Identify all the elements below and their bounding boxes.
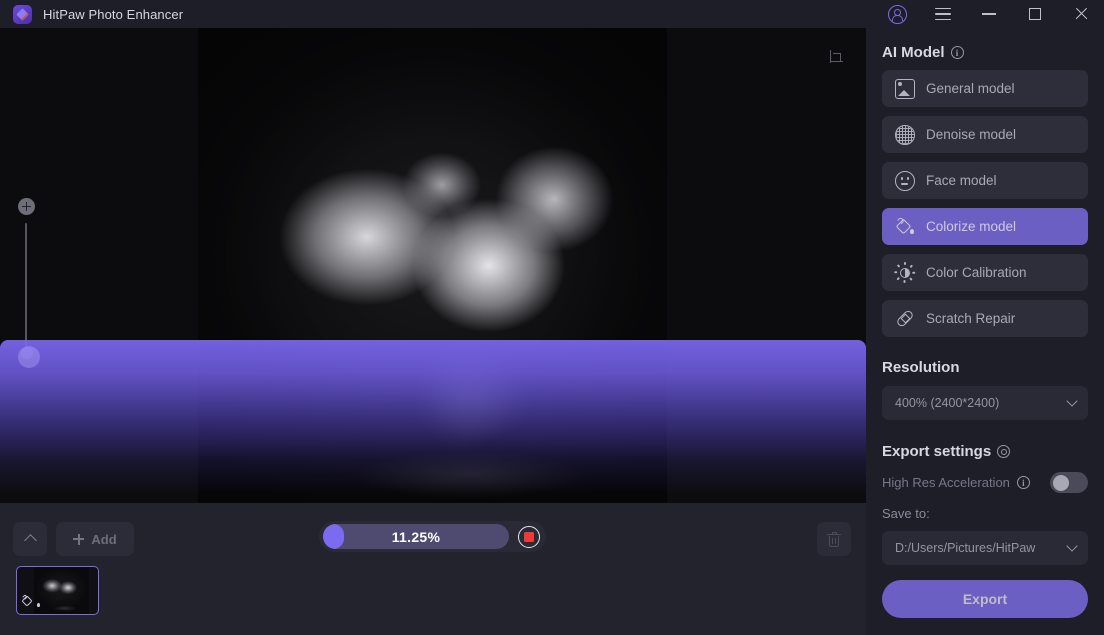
crop-icon[interactable] [822,44,848,70]
close-icon[interactable] [1058,0,1104,28]
hamburger-menu-icon[interactable] [920,0,966,28]
model-label: Face model [926,173,997,188]
ai-model-title-text: AI Model [882,44,945,61]
progress-track: 11.25% [323,524,509,549]
progress-bar: 11.25% [319,521,546,552]
progress-percent-label: 11.25% [391,528,441,545]
export-settings-title-text: Export settings [882,443,992,460]
zoom-in-plus-icon[interactable] [18,198,35,215]
chevron-down-icon [1066,540,1078,552]
zoom-slider[interactable] [18,170,36,370]
file-thumbnail[interactable] [16,566,99,615]
app-title: HitPaw Photo Enhancer [43,6,184,22]
high-res-acceleration-row: High Res Acceleration i [882,472,1088,493]
trash-icon [827,531,841,547]
plus-icon [73,533,85,545]
face-icon [895,170,915,191]
chevron-up-icon [23,534,37,547]
image-canvas[interactable] [0,28,866,503]
ai-model-section-title: AI Model i [882,44,1088,61]
title-bar: HitPaw Photo Enhancer [0,0,1104,28]
thumbnail-image [34,567,89,614]
hitpaw-gem-icon [13,4,32,24]
zoom-slider-track[interactable] [25,223,28,353]
model-button-denoise[interactable]: Denoise model [882,116,1088,153]
add-button-label: Add [91,531,117,547]
model-button-scratch-repair[interactable]: Scratch Repair [882,300,1088,337]
window-controls [874,0,1104,28]
stop-square-icon [524,531,534,542]
preview-image [198,28,667,503]
zoom-slider-handle[interactable] [20,347,33,359]
model-button-general[interactable]: General model [882,70,1088,107]
resolution-select[interactable]: 400% (2400*2400) [882,386,1088,420]
model-label: Scratch Repair [926,311,1016,326]
ai-model-list: General model Denoise model Face model C… [882,70,1088,337]
export-button[interactable]: Export [882,580,1088,618]
delete-button[interactable] [817,522,851,556]
save-to-path: D:/Users/Pictures/HitPaw [895,541,1036,555]
info-icon[interactable]: i [1016,476,1030,489]
model-button-color-calibration[interactable]: Color Calibration [882,254,1088,291]
resolution-value: 400% (2400*2400) [895,396,1000,410]
sun-icon [894,262,916,283]
model-label: Color Calibration [926,265,1027,280]
high-res-acceleration-toggle[interactable] [1050,472,1088,493]
model-label: Denoise model [926,127,1017,142]
app-window: HitPaw Photo Enhancer Add 11.25% AI Mode… [0,0,1104,635]
bucket-icon [895,216,915,237]
model-label: General model [926,81,1015,96]
resolution-section-title: Resolution [882,359,1088,376]
stop-button[interactable] [518,525,540,548]
resolution-title-text: Resolution [882,359,960,376]
export-settings-section-title: Export settings [882,443,1088,460]
mesh-icon [895,124,915,145]
user-account-icon[interactable] [874,0,920,28]
bandage-icon [895,308,915,329]
maximize-icon[interactable] [1012,0,1058,28]
chevron-down-icon [1066,395,1078,407]
colorize-bucket-icon [20,593,40,610]
save-to-select[interactable]: D:/Users/Pictures/HitPaw [882,531,1088,565]
save-to-label: Save to: [882,506,930,521]
high-res-acceleration-label: High Res Acceleration [882,475,1010,490]
minimize-icon[interactable] [966,0,1012,28]
settings-sidebar: AI Model i General model Denoise model F… [866,28,1104,635]
collapse-panel-button[interactable] [13,522,47,556]
add-file-button[interactable]: Add [56,522,134,556]
gear-icon[interactable] [997,445,1011,458]
model-label: Colorize model [926,219,1017,234]
model-button-colorize[interactable]: Colorize model [882,208,1088,245]
info-icon[interactable]: i [950,46,964,59]
model-button-face[interactable]: Face model [882,162,1088,199]
picture-icon [895,78,915,99]
